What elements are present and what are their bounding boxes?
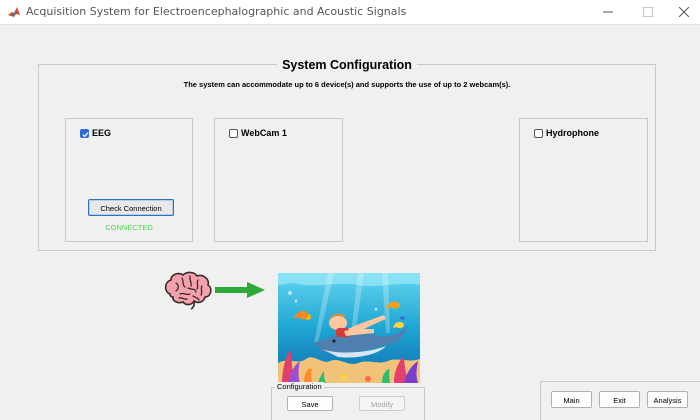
save-button[interactable]: Save (287, 396, 333, 411)
device-panel-hydrophone: Hydrophone (519, 118, 648, 242)
underwater-boy-dolphin-image (278, 273, 420, 383)
configuration-panel: Configuration Save Modify (271, 382, 425, 420)
eeg-checkbox-row[interactable]: EEG (80, 128, 111, 138)
device-panel-eeg: EEG Check Connection CONNECTED (65, 118, 193, 242)
configuration-label: Configuration (275, 382, 324, 391)
window-title: Acquisition System for Electroencephalog… (26, 5, 407, 18)
system-configuration-title: System Configuration (277, 58, 417, 72)
arrow-right-icon (215, 282, 265, 298)
webcam-1-label: WebCam 1 (241, 128, 287, 138)
main-button[interactable]: Main (551, 391, 592, 408)
analysis-button[interactable]: Analysis (647, 391, 688, 408)
system-configuration-description: The system can accommodate up to 6 devic… (183, 80, 511, 89)
hydrophone-checkbox[interactable] (534, 128, 543, 138)
minimize-icon (603, 11, 613, 13)
webcam-1-checkbox[interactable] (229, 128, 238, 138)
checkmark-icon (82, 131, 89, 137)
title-bar: Acquisition System for Electroencephalog… (0, 0, 700, 25)
brain-icon (164, 271, 212, 310)
system-configuration-title-wrap: System Configuration (39, 56, 655, 74)
modify-button[interactable]: Modify (359, 396, 405, 411)
check-connection-button[interactable]: Check Connection (88, 199, 174, 216)
device-panel-webcam-1: WebCam 1 (214, 118, 343, 242)
navigation-panel: Main Exit Analysis (540, 381, 700, 420)
close-icon (679, 7, 689, 17)
matlab-app-icon (7, 5, 21, 19)
hydrophone-label: Hydrophone (546, 128, 599, 138)
maximize-button[interactable] (630, 0, 666, 24)
connection-status: CONNECTED (105, 223, 153, 232)
webcam-1-checkbox-row[interactable]: WebCam 1 (229, 128, 287, 138)
close-button[interactable] (666, 0, 700, 24)
eeg-checkbox[interactable] (80, 128, 89, 138)
maximize-icon (643, 7, 653, 17)
exit-button[interactable]: Exit (599, 391, 640, 408)
eeg-label: EEG (92, 128, 112, 138)
hydrophone-checkbox-row[interactable]: Hydrophone (534, 128, 599, 138)
minimize-button[interactable] (590, 0, 626, 24)
